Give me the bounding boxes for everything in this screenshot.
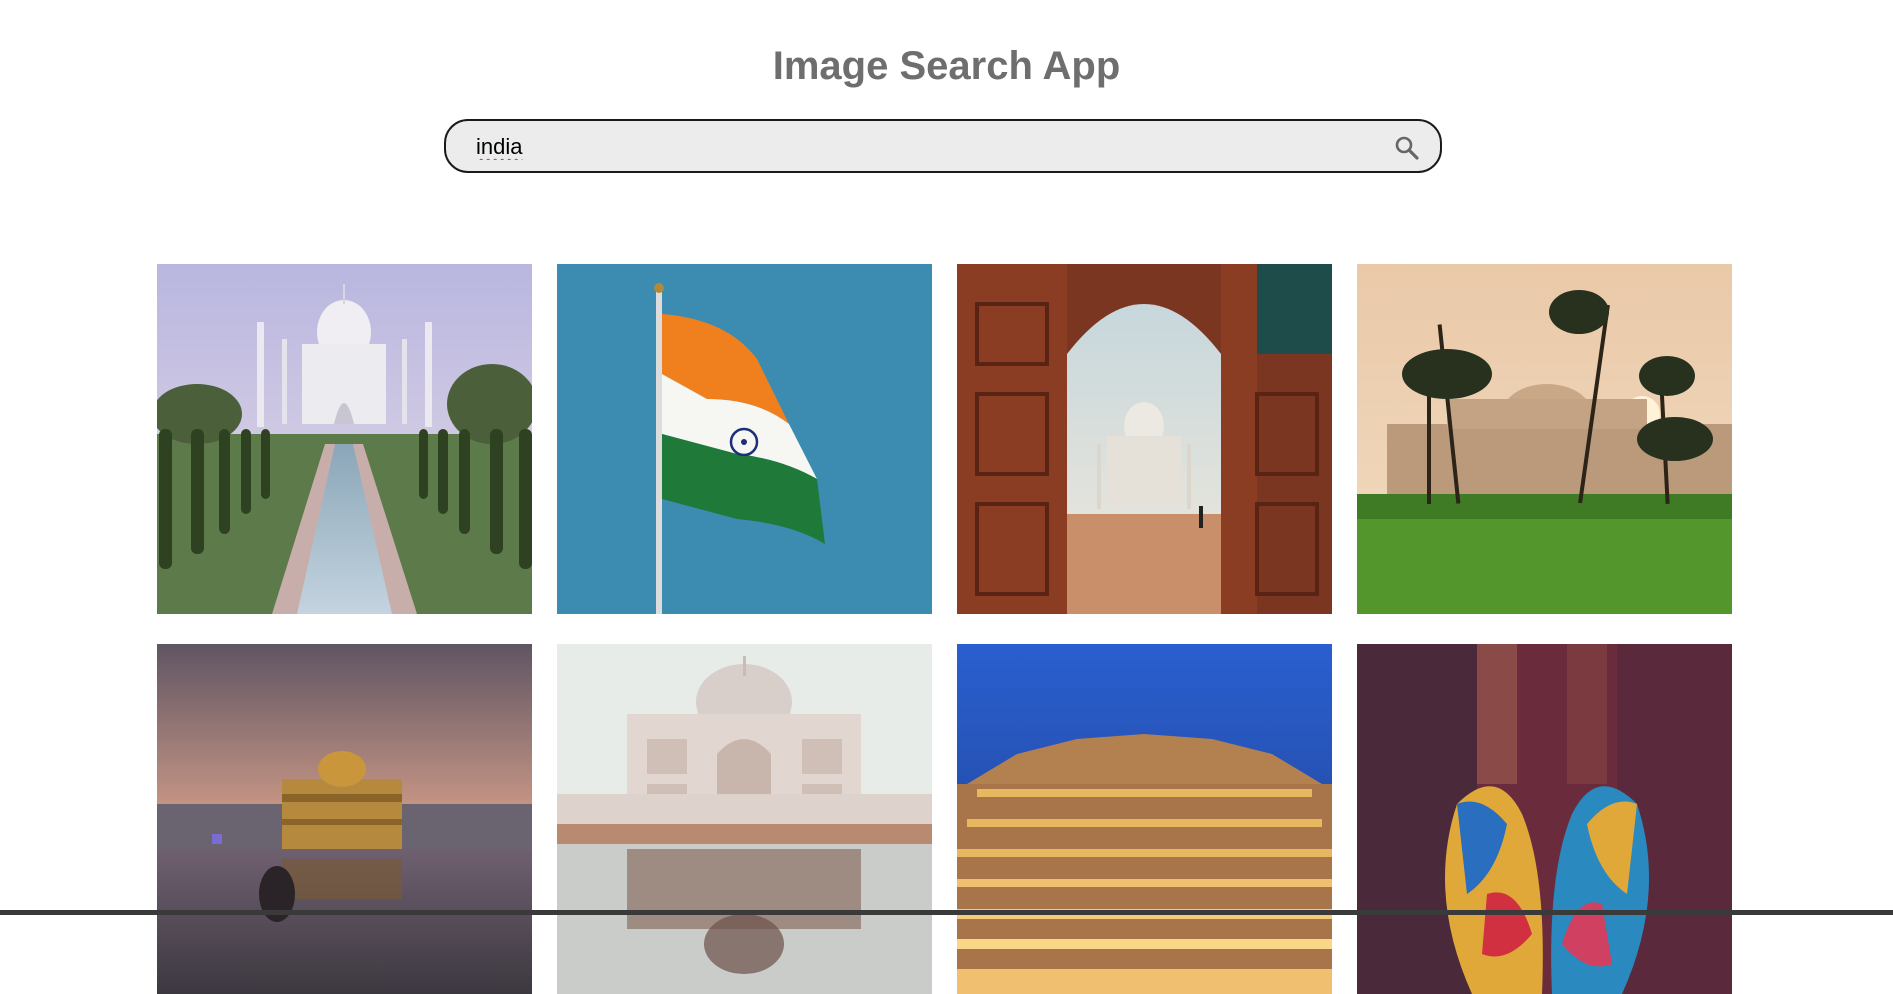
search-bar[interactable] bbox=[444, 119, 1442, 173]
hawa-mahal-image bbox=[957, 644, 1332, 994]
page-title: Image Search App bbox=[772, 44, 1121, 88]
result-image[interactable] bbox=[957, 644, 1332, 994]
taj-mahal-arch-image bbox=[957, 264, 1332, 614]
image-results-grid bbox=[157, 264, 1733, 994]
result-image[interactable] bbox=[157, 644, 532, 994]
result-image[interactable] bbox=[157, 264, 532, 614]
taj-mahal-pool-image bbox=[557, 644, 932, 994]
search-icon[interactable] bbox=[1394, 135, 1420, 161]
golden-temple-image bbox=[157, 644, 532, 994]
holi-hands-image bbox=[1357, 644, 1732, 994]
indian-flag-image bbox=[557, 264, 932, 614]
humayun-tomb-image bbox=[1357, 264, 1732, 614]
result-image[interactable] bbox=[1357, 264, 1732, 614]
result-image[interactable] bbox=[1357, 644, 1732, 994]
taj-mahal-garden-image bbox=[157, 264, 532, 614]
result-image[interactable] bbox=[957, 264, 1332, 614]
result-image[interactable] bbox=[557, 264, 932, 614]
bottom-edge-bar bbox=[0, 910, 1893, 915]
search-input[interactable] bbox=[474, 129, 1358, 165]
result-image[interactable] bbox=[557, 644, 932, 994]
